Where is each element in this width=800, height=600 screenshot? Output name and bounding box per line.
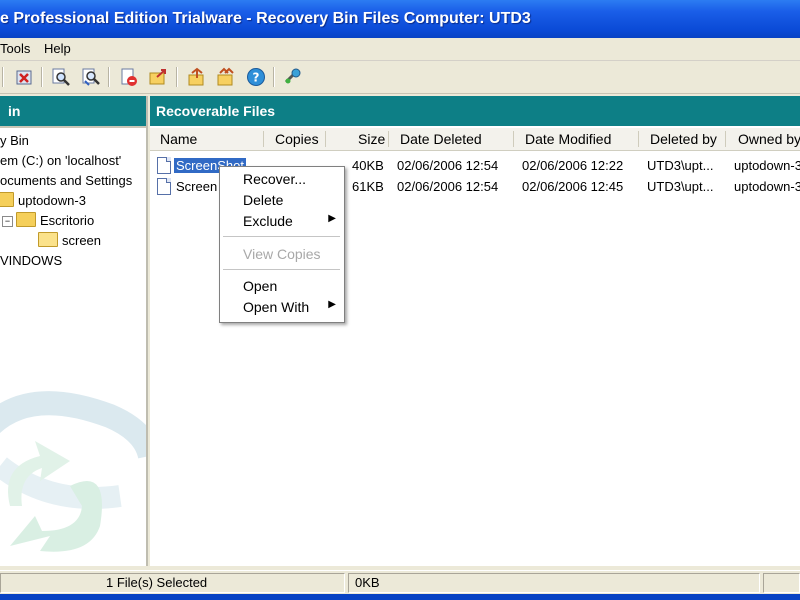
toolbar: ? [0,61,800,94]
tree-item-escritorio[interactable]: − Escritorio [2,212,94,230]
taskbar-edge [0,594,800,600]
export-icon[interactable] [147,66,169,88]
tree-pane-header: in [0,96,146,128]
menu-item-delete[interactable]: Delete [220,190,344,210]
file-date-modified: 02/06/2006 12:22 [522,158,624,173]
menu-item-recover[interactable]: Recover... [220,169,344,189]
column-header-row: Name Copies Size Date Deleted Date Modif… [150,128,800,151]
column-header-date-deleted[interactable]: Date Deleted [400,131,482,147]
status-bar: 1 File(s) Selected 0KB [0,570,800,595]
tree-item-windows[interactable]: VINDOWS [0,252,62,270]
column-header-owned-by[interactable]: Owned by [738,131,800,147]
status-size: 0KB [355,575,380,590]
toolbar-separator [2,67,4,87]
menu-tools[interactable]: Tools [0,41,30,56]
column-header-name[interactable]: Name [160,131,197,147]
menu-separator [223,236,340,237]
file-owned-by: uptodown-3 [734,179,800,194]
context-menu: Recover... Delete Exclude ▶ View Copies O… [219,166,345,323]
tree-item-recovery-bin[interactable]: y Bin [0,132,29,150]
file-owned-by: uptodown-3 [734,158,800,173]
tree-item-label: uptodown-3 [18,193,86,208]
file-list-header: Recoverable Files [150,96,800,126]
submenu-arrow-icon: ▶ [328,299,336,310]
toolbar-separator [176,67,178,87]
folder-icon [0,192,14,207]
column-header-date-modified[interactable]: Date Modified [525,131,611,147]
file-size: 61KB [352,179,384,194]
status-selected-count: 1 File(s) Selected [106,575,208,590]
status-panel-size: 0KB [348,573,760,593]
menu-item-view-copies: View Copies [243,246,321,262]
file-size: 40KB [352,158,384,173]
tree-item-label: Escritorio [40,213,95,228]
open-folder-icon [38,232,58,247]
file-icon [157,157,171,174]
tree-item-label: ocuments and Settings [0,173,133,188]
search-advanced-icon[interactable] [80,66,102,88]
file-date-deleted: 02/06/2006 12:54 [397,158,499,173]
delete-icon[interactable] [13,66,35,88]
title-bar: e Professional Edition Trialware - Recov… [0,0,800,39]
file-deleted-by: UTD3\upt... [647,179,714,194]
menu-item-exclude[interactable]: Exclude ▶ [220,211,344,231]
file-date-modified: 02/06/2006 12:45 [522,179,624,194]
recycle-watermark-icon [0,391,146,552]
recover-icon[interactable] [186,66,208,88]
window-title: e Professional Edition Trialware - Recov… [0,10,531,27]
menu-separator [223,269,340,270]
recover-all-icon[interactable] [215,66,237,88]
toolbar-separator [41,67,43,87]
tree-item-label: screen [62,233,102,248]
menu-item-open[interactable]: Open [220,276,344,296]
settings-icon[interactable] [282,66,304,88]
folder-icon [16,212,36,227]
document-delete-icon[interactable] [118,66,140,88]
column-header-deleted-by[interactable]: Deleted by [650,131,717,147]
collapse-icon[interactable]: − [2,216,13,227]
file-name: Screen [176,179,218,194]
file-date-deleted: 02/06/2006 12:54 [397,179,499,194]
menu-item-open-with[interactable]: Open With ▶ [220,297,344,317]
tree-item-system-drive[interactable]: em (C:) on 'localhost' [0,152,121,170]
folder-tree-pane: in y Bin em (C:) on 'localhost' ocuments… [0,96,148,566]
tree-item-documents-settings[interactable]: ocuments and Settings [0,172,132,190]
submenu-arrow-icon: ▶ [328,213,336,224]
toolbar-separator [273,67,275,87]
file-icon [157,178,171,195]
tree-item-screen[interactable]: screen [38,232,101,250]
column-header-size[interactable]: Size [358,131,385,147]
toolbar-separator [108,67,110,87]
search-icon[interactable] [50,66,72,88]
menu-help[interactable]: Help [44,41,71,56]
svg-text:?: ? [253,71,260,85]
help-icon[interactable]: ? [245,66,267,88]
tree-item-label: VINDOWS [0,253,63,268]
tree-item-label: y Bin [0,133,29,148]
tree-item-label: em (C:) on 'localhost' [0,153,122,168]
tree-item-uptodown[interactable]: uptodown-3 [0,192,86,210]
file-deleted-by: UTD3\upt... [647,158,714,173]
column-header-copies[interactable]: Copies [275,131,319,147]
status-panel-extra [763,573,800,593]
menu-bar: Tools Help [0,38,800,61]
status-panel-selection: 1 File(s) Selected [0,573,345,593]
